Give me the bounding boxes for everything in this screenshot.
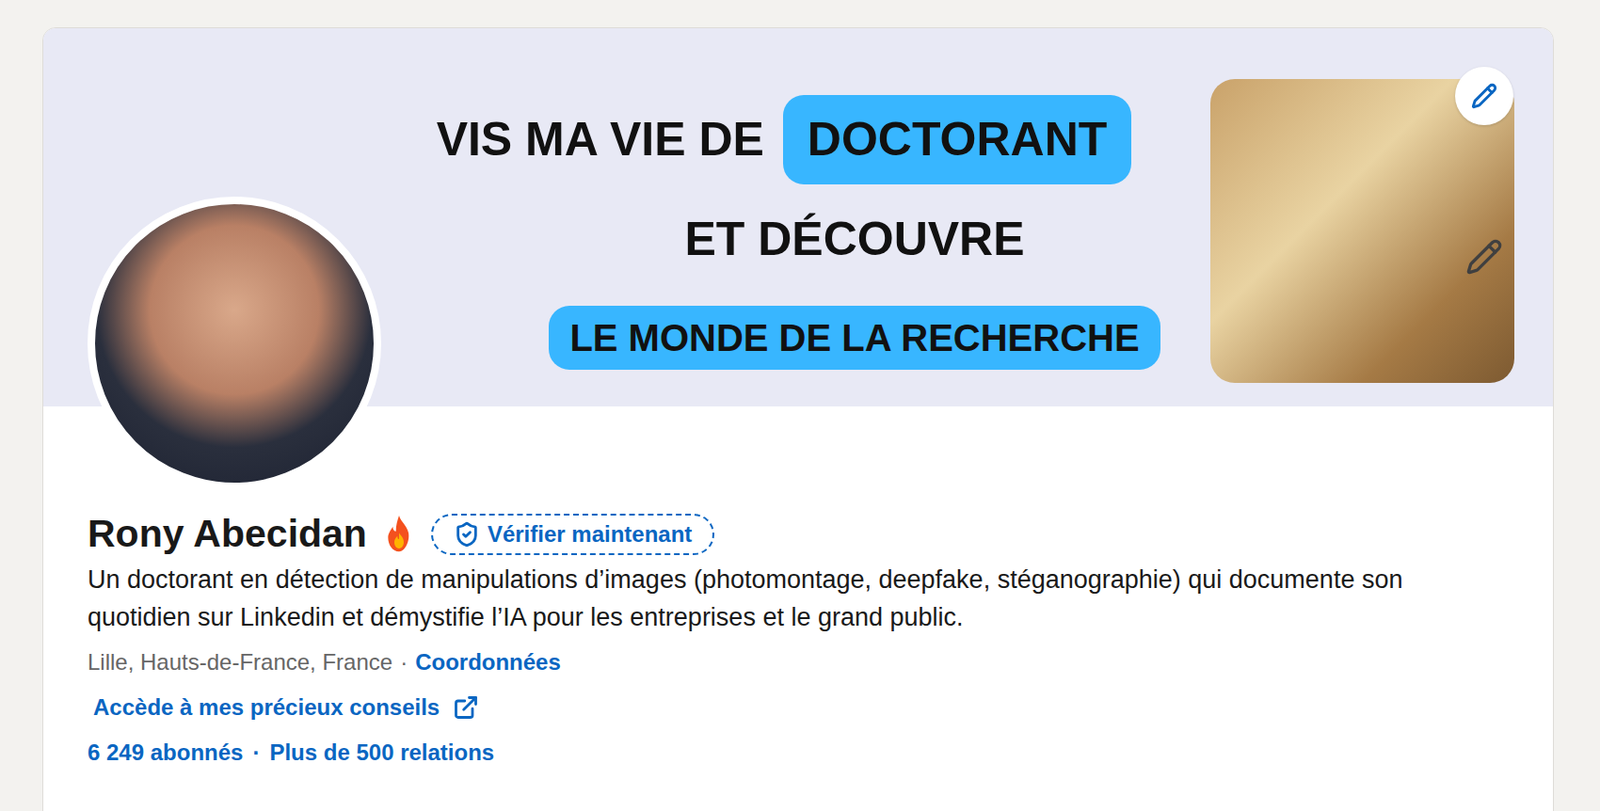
- banner-highlight: LE MONDE DE LA RECHERCHE: [548, 305, 1160, 370]
- banner-phrase: VIS MA VIE DE: [436, 113, 765, 166]
- edit-banner-button[interactable]: [1455, 66, 1514, 126]
- website-row: Accède à mes précieux conseils: [87, 690, 1509, 725]
- location-row: Lille, Hauts-de-France, France · Coordonné…: [87, 645, 1509, 680]
- verify-button[interactable]: Vérifier maintenant: [431, 513, 715, 556]
- network-row: 6 249 abonnés · Plus de 500 relations: [87, 736, 1509, 770]
- website-link[interactable]: Accède à mes précieux conseils: [93, 694, 480, 721]
- banner-illustration: [1210, 79, 1515, 384]
- profile-headline: Un doctorant en détection de manipulatio…: [87, 560, 1481, 637]
- pencil-icon: [1465, 238, 1504, 276]
- banner-highlight: DOCTORANT: [783, 95, 1133, 185]
- followers-link[interactable]: 6 249 abonnés: [87, 739, 243, 767]
- profile-name: Rony Abecidan: [87, 511, 368, 558]
- location: Lille, Hauts-de-France, France: [87, 649, 393, 676]
- name-row: Rony Abecidan Vérifier maintenant: [87, 511, 1509, 558]
- pencil-icon: [1471, 82, 1498, 110]
- external-link-icon: [452, 694, 480, 721]
- page: VIS MA VIE DE DOCTORANT ET DÉCOUVRE LE MOND…: [0, 0, 1600, 811]
- banner-row: VIS MA VIE DE DOCTORANT: [436, 95, 1133, 185]
- edit-info-button[interactable]: [1465, 238, 1504, 276]
- banner-row: LE MONDE DE LA RECHERCHE: [548, 304, 1160, 371]
- banner-phrase: ET DÉCOUVRE: [684, 213, 1024, 266]
- profile-info: Rony Abecidan Vérifier maintenantUn docto…: [43, 196, 1553, 811]
- shield-check-icon: [453, 521, 480, 548]
- contact-link[interactable]: Coordonnées: [415, 649, 561, 676]
- banner-text: VIS MA VIE DE DOCTORANT ET DÉCOUVRE LE MOND…: [380, 79, 1188, 407]
- separator: ·: [252, 739, 260, 767]
- banner-row: ET DÉCOUVRE: [684, 201, 1024, 277]
- separator: ·: [400, 649, 408, 676]
- profile-photo[interactable]: [87, 196, 382, 491]
- flame-icon: [380, 513, 418, 556]
- connections-link[interactable]: Plus de 500 relations: [269, 739, 495, 767]
- profile-card: VIS MA VIE DE DOCTORANT ET DÉCOUVRE LE MOND…: [42, 27, 1554, 811]
